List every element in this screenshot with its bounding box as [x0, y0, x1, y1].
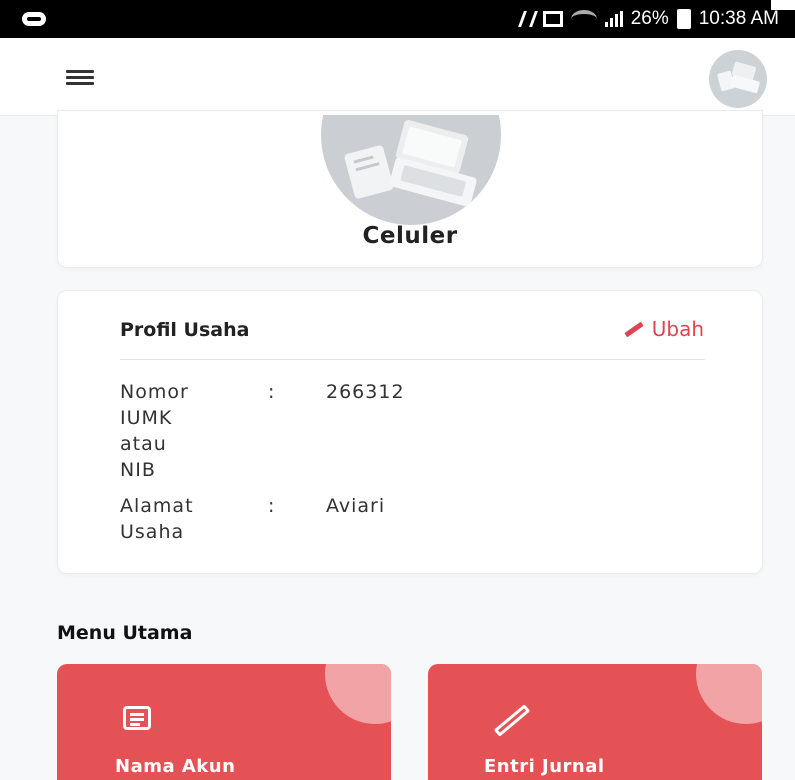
wifi-icon — [570, 10, 597, 28]
status-bar: 26% 10:38 AM — [0, 0, 795, 38]
hamburger-icon[interactable] — [66, 70, 94, 85]
store-card: Celuler — [57, 110, 763, 268]
decorative-blob — [325, 664, 391, 724]
edit-label: Ubah — [651, 317, 704, 341]
battery-percent: 26% — [630, 8, 669, 29]
profile-title: Profil Usaha — [120, 319, 250, 341]
mute-icon — [517, 11, 538, 27]
menu-item-entri-jurnal[interactable]: Entri Jurnal — [428, 664, 762, 780]
store-name: Celuler — [362, 223, 458, 249]
field-label: Nomor IUMK atau NIB — [120, 381, 189, 481]
status-right: 26% 10:38 AM — [517, 8, 779, 30]
status-corner — [771, 0, 795, 10]
menu-item-nama-akun[interactable]: Nama Akun — [57, 664, 391, 780]
edit-profile-button[interactable]: Ubah — [624, 317, 704, 341]
clock: 10:38 AM — [698, 8, 779, 29]
vibrate-icon — [542, 11, 563, 27]
divider — [120, 359, 705, 360]
battery-icon — [676, 9, 691, 29]
decorative-blob — [696, 664, 762, 724]
pencil-icon — [624, 321, 644, 337]
field-value: 266312 — [326, 381, 405, 403]
field-label: Alamat Usaha — [120, 495, 194, 543]
menu-item-label: Entri Jurnal — [484, 756, 605, 777]
field-value: Aviari — [326, 495, 386, 517]
app-bar — [0, 38, 795, 116]
list-icon — [123, 706, 151, 730]
profile-card: Profil Usaha Ubah Nomor IUMK atau NIB : … — [57, 290, 763, 574]
pencil-icon — [493, 704, 531, 737]
notification-icon — [22, 12, 46, 26]
field-separator: : — [268, 381, 276, 403]
store-avatar-icon[interactable] — [709, 50, 767, 108]
signal-icon — [604, 11, 623, 27]
menu-item-label: Nama Akun — [115, 756, 236, 777]
field-separator: : — [268, 495, 276, 517]
store-avatar-large — [321, 115, 501, 225]
main-menu-title: Menu Utama — [57, 622, 193, 644]
